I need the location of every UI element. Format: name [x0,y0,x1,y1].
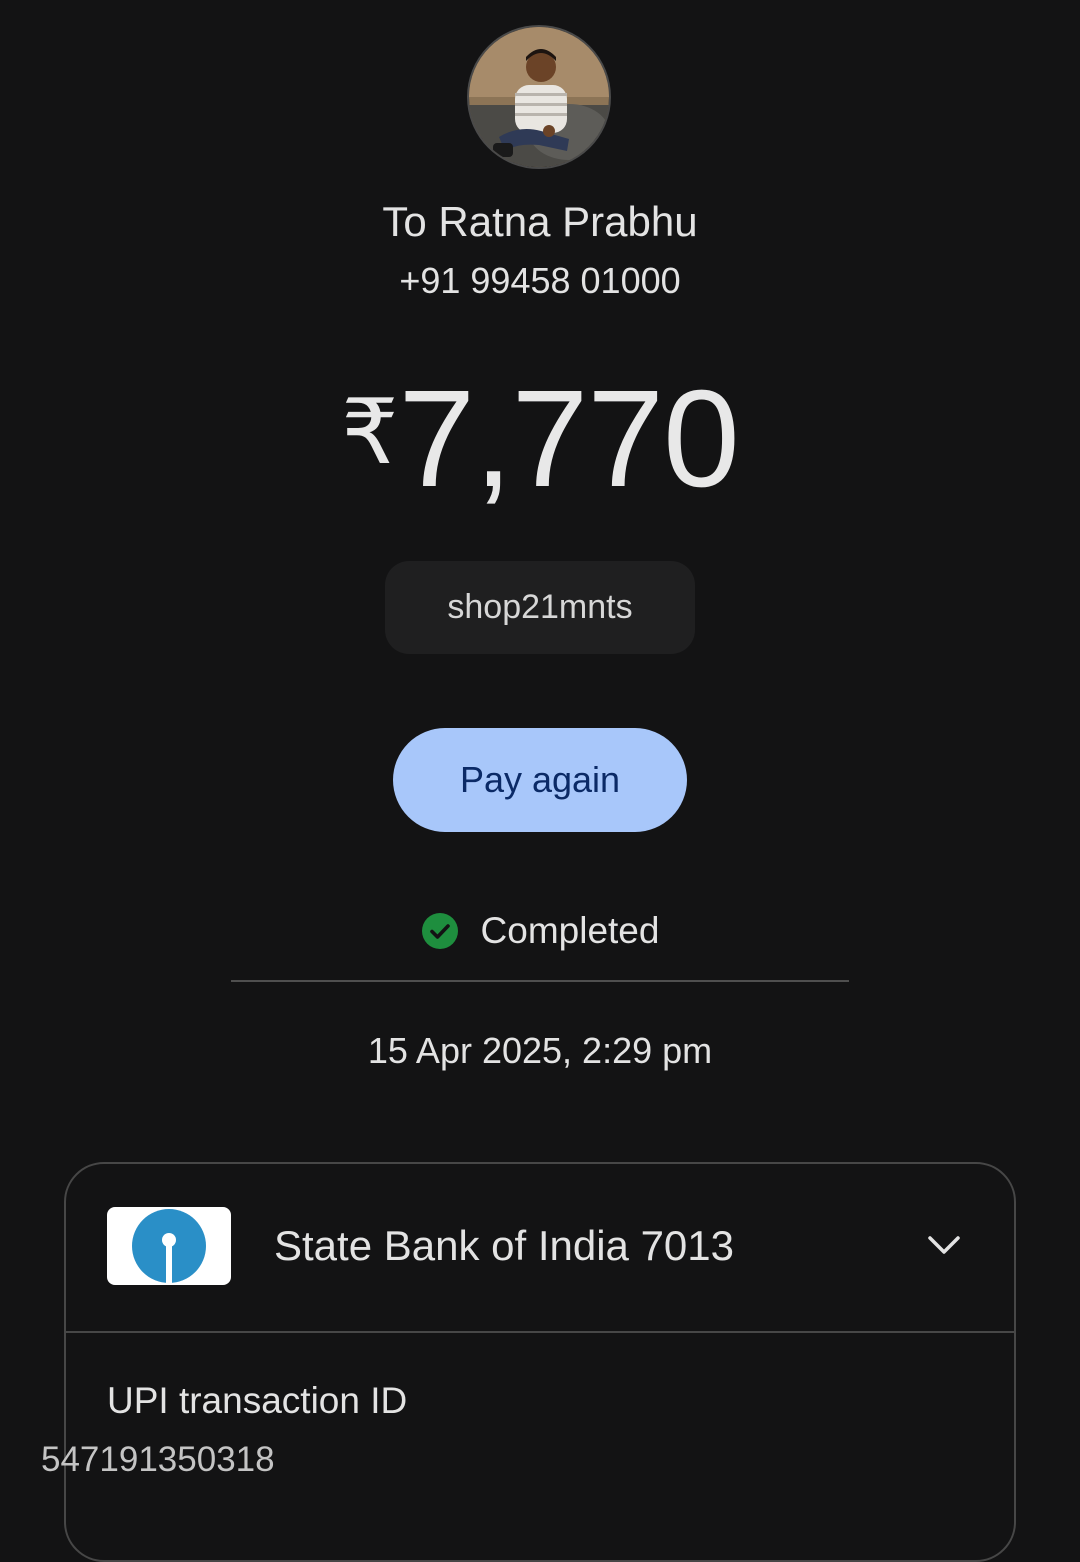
bank-account-row[interactable]: State Bank of India 7013 [66,1164,1014,1331]
check-circle-icon [421,913,458,949]
upi-transaction-id-value: 547191350318 [41,1440,275,1479]
status-text: Completed [480,910,660,951]
card-divider [66,1331,1014,1333]
pay-again-button[interactable]: Pay again [393,728,687,832]
chevron-down-icon[interactable] [926,1230,962,1260]
person-photo-icon [469,27,609,167]
transaction-datetime: 15 Apr 2025, 2:29 pm [367,1030,713,1071]
payment-note: shop21mnts [385,561,695,654]
upi-transaction-id-label: UPI transaction ID [107,1380,408,1421]
currency-symbol: ₹ [341,383,399,483]
divider [231,980,849,982]
recipient-avatar [467,25,611,169]
payment-status: Completed [0,910,1080,952]
amount-value: 7,770 [398,362,739,516]
recipient-name: To Ratna Prabhu [382,198,698,245]
recipient-phone: +91 99458 01000 [399,260,681,301]
bank-name: State Bank of India 7013 [274,1222,735,1269]
sbi-logo-icon [107,1207,231,1285]
payment-amount: ₹7,770 [0,360,1080,519]
transaction-details-card: State Bank of India 7013 UPI transaction… [64,1162,1016,1562]
